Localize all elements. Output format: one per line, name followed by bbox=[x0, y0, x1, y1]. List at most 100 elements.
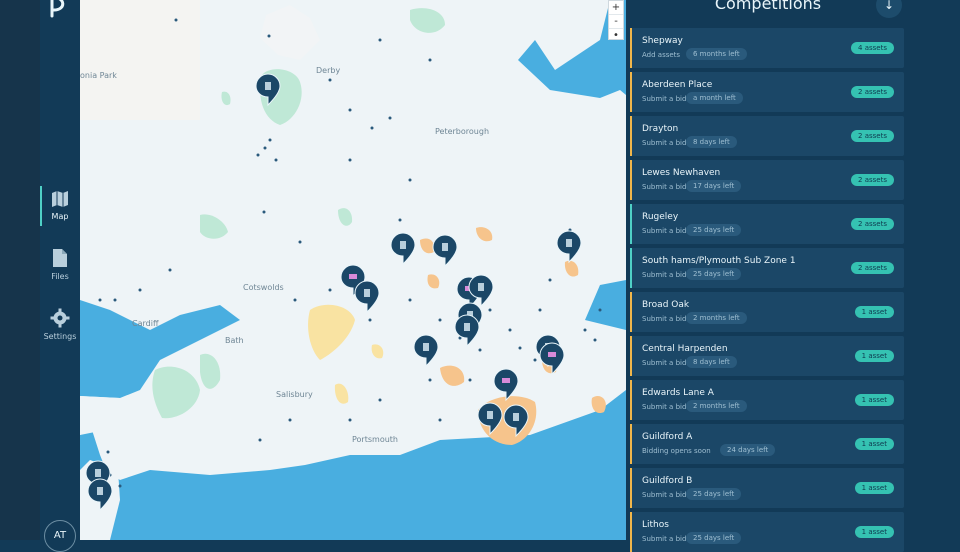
time-left-badge: a month left bbox=[686, 92, 743, 104]
asset-count-badge: 2 assets bbox=[851, 130, 894, 142]
competition-name: Guildford A bbox=[642, 432, 693, 442]
competition-status: Submit a bid bbox=[642, 535, 687, 543]
competition-card[interactable]: Shepway Add assets 6 months left 4 assets bbox=[630, 28, 904, 68]
reset-north-button[interactable]: • bbox=[609, 29, 623, 42]
competition-status: Bidding opens soon bbox=[642, 447, 711, 455]
competition-card[interactable]: Aberdeen Place Submit a bid a month left 2 … bbox=[630, 72, 904, 112]
competition-card[interactable]: Lithos Submit a bid 25 days left 1 asset bbox=[630, 512, 904, 552]
competition-card[interactable]: Rugeley Submit a bid 25 days left 2 assets bbox=[630, 204, 904, 244]
map[interactable]: Derby Peterborough Cotswolds Cardiff Bat… bbox=[80, 0, 626, 540]
competition-card[interactable]: Guildford A Bidding opens soon 24 days lef… bbox=[630, 424, 904, 464]
asset-count-badge: 4 assets bbox=[851, 42, 894, 54]
competition-status: Submit a bid bbox=[642, 403, 687, 411]
competition-status: Submit a bid bbox=[642, 227, 687, 235]
competition-status-bar bbox=[630, 468, 632, 508]
time-left-badge: 6 months left bbox=[686, 48, 747, 60]
zoom-in-button[interactable]: + bbox=[609, 1, 623, 15]
sidebar-item-label: Files bbox=[51, 272, 69, 281]
competition-status: Submit a bid bbox=[642, 139, 687, 147]
map-label-cardiff: Cardiff bbox=[132, 319, 159, 328]
left-rail bbox=[0, 0, 40, 540]
time-left-badge: 25 days left bbox=[686, 224, 742, 236]
competition-card[interactable]: South hams/Plymouth Sub Zone 1 Submit a b… bbox=[630, 248, 904, 288]
competition-status: Submit a bid bbox=[642, 183, 687, 191]
time-left-badge: 2 months left bbox=[686, 400, 747, 412]
sidebar-item-label: Map bbox=[51, 212, 69, 221]
competition-status-bar bbox=[630, 292, 632, 332]
map-label-derby: Derby bbox=[316, 66, 340, 75]
competition-name: Shepway bbox=[642, 36, 683, 46]
map-icon bbox=[52, 191, 68, 207]
asset-count-badge: 2 assets bbox=[851, 174, 894, 186]
zoom-out-button[interactable]: - bbox=[609, 15, 623, 29]
competition-card[interactable]: Broad Oak Submit a bid 2 months left 1 asse… bbox=[630, 292, 904, 332]
competition-name: Lithos bbox=[642, 520, 669, 530]
competition-status-bar bbox=[630, 512, 632, 552]
competition-name: Drayton bbox=[642, 124, 679, 134]
time-left-badge: 8 days left bbox=[686, 136, 737, 148]
asset-count-badge: 1 asset bbox=[854, 526, 894, 538]
competition-card[interactable]: Central Harpenden Submit a bid 8 days left… bbox=[630, 336, 904, 376]
competition-status-bar bbox=[630, 424, 632, 464]
sidebar-item-files[interactable]: Files bbox=[40, 248, 80, 281]
map-label-salisbury: Salisbury bbox=[276, 390, 313, 399]
asset-count-badge: 2 assets bbox=[851, 86, 894, 98]
competition-status: Add assets bbox=[642, 51, 681, 59]
competition-name: Central Harpenden bbox=[642, 344, 728, 354]
download-icon: ↓ bbox=[883, 0, 895, 12]
page-title: Competitions bbox=[714, 0, 822, 13]
competition-status-bar bbox=[630, 248, 632, 288]
logo-icon bbox=[50, 0, 65, 18]
competition-status: Submit a bid bbox=[642, 315, 687, 323]
map-label-bath: Bath bbox=[225, 336, 244, 345]
competition-card[interactable]: Edwards Lane A Submit a bid 2 months left 1… bbox=[630, 380, 904, 420]
avatar[interactable]: AT bbox=[44, 520, 76, 552]
competition-status-bar bbox=[630, 380, 632, 420]
time-left-badge: 25 days left bbox=[686, 488, 742, 500]
time-left-badge: 8 days left bbox=[686, 356, 737, 368]
asset-count-badge: 1 asset bbox=[854, 306, 894, 318]
competition-status-bar bbox=[630, 204, 632, 244]
map-canvas[interactable]: Derby Peterborough Cotswolds Cardiff Bat… bbox=[80, 0, 626, 540]
competition-name: Broad Oak bbox=[642, 300, 690, 310]
competition-name: Rugeley bbox=[642, 212, 679, 222]
map-label-park: onia Park bbox=[80, 71, 117, 80]
competition-card[interactable]: Lewes Newhaven Submit a bid 17 days left 2 … bbox=[630, 160, 904, 200]
zoom-controls: + - • bbox=[608, 0, 624, 42]
time-left-badge: 25 days left bbox=[686, 268, 742, 280]
competition-status-bar bbox=[630, 116, 632, 156]
sidebar-item-label: Settings bbox=[43, 332, 77, 341]
competition-card[interactable]: Guildford B Submit a bid 25 days left 1 ass… bbox=[630, 468, 904, 508]
sidebar-item-settings[interactable]: Settings bbox=[40, 308, 80, 341]
competition-name: Guildford B bbox=[642, 476, 693, 486]
time-left-badge: 24 days left bbox=[720, 444, 776, 456]
asset-count-badge: 2 assets bbox=[851, 218, 894, 230]
competition-name: South hams/Plymouth Sub Zone 1 bbox=[642, 256, 796, 266]
competition-status: Submit a bid bbox=[642, 271, 687, 279]
time-left-badge: 25 days left bbox=[686, 532, 742, 544]
competition-name: Lewes Newhaven bbox=[642, 168, 721, 178]
competition-status: Submit a bid bbox=[642, 359, 687, 367]
competition-status: Submit a bid bbox=[642, 491, 687, 499]
map-label-portsmouth: Portsmouth bbox=[352, 435, 398, 444]
competition-status-bar bbox=[630, 72, 632, 112]
competition-status-bar bbox=[630, 28, 632, 68]
competition-name: Aberdeen Place bbox=[642, 80, 713, 90]
sidebar-item-map[interactable]: Map bbox=[40, 186, 80, 226]
asset-count-badge: 1 asset bbox=[854, 394, 894, 406]
competition-status-bar bbox=[630, 160, 632, 200]
asset-count-badge: 2 assets bbox=[851, 262, 894, 274]
competition-status: Submit a bid bbox=[642, 95, 687, 103]
asset-count-badge: 1 asset bbox=[854, 482, 894, 494]
map-label-peterborough: Peterborough bbox=[435, 127, 489, 136]
gear-icon bbox=[50, 308, 70, 328]
competition-card[interactable]: Drayton Submit a bid 8 days left 2 assets bbox=[630, 116, 904, 156]
asset-count-badge: 1 asset bbox=[854, 438, 894, 450]
time-left-badge: 2 months left bbox=[686, 312, 747, 324]
file-icon bbox=[53, 249, 67, 267]
competition-status-bar bbox=[630, 336, 632, 376]
competition-name: Edwards Lane A bbox=[642, 388, 714, 398]
map-label-cotswolds: Cotswolds bbox=[243, 283, 284, 292]
asset-count-badge: 1 asset bbox=[854, 350, 894, 362]
time-left-badge: 17 days left bbox=[686, 180, 742, 192]
